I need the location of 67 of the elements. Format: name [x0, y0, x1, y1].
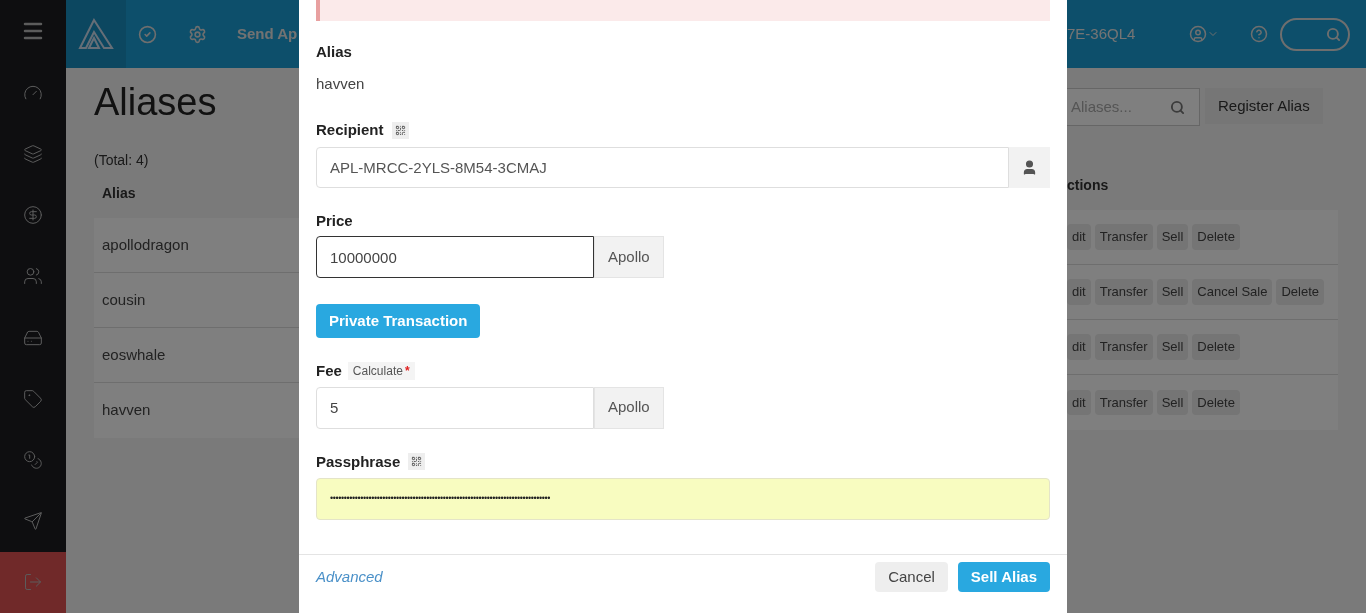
- input-field[interactable]: 5: [316, 386, 594, 429]
- table-cell-text: cousin: [102, 289, 146, 310]
- action-button[interactable]: Delete: [1192, 389, 1240, 416]
- field-label: Alias: [316, 42, 353, 62]
- search-icon: [1170, 99, 1185, 115]
- table-cell-text: apollodragon: [102, 234, 189, 255]
- users-icon: [23, 266, 43, 287]
- tag-icon: [23, 388, 43, 409]
- user-icon: [1189, 25, 1208, 43]
- help-icon[interactable]: [1250, 25, 1269, 43]
- calculate-button[interactable]: Calculate *: [347, 362, 415, 381]
- advanced-link[interactable]: Advanced: [316, 565, 383, 589]
- action-button[interactable]: dit: [1067, 389, 1091, 416]
- check-icon[interactable]: [138, 24, 157, 44]
- action-button[interactable]: Transfer: [1094, 389, 1153, 416]
- coins-icon: [23, 450, 43, 470]
- stack-icon: [23, 143, 43, 164]
- column-header: Alias: [102, 184, 137, 203]
- action-button[interactable]: Transfer: [1094, 224, 1153, 250]
- unit-addon: Apollo: [594, 236, 664, 278]
- action-button[interactable]: dit: [1067, 279, 1091, 305]
- input-field[interactable]: 10000000: [316, 236, 594, 278]
- column-header: ctions: [1067, 176, 1110, 195]
- action-button[interactable]: dit: [1067, 334, 1091, 360]
- table-cell-text: eoswhale: [102, 344, 166, 365]
- search-icon: [1326, 26, 1342, 42]
- private-transaction-button[interactable]: Private Transaction: [316, 304, 481, 338]
- action-button[interactable]: Transfer: [1094, 334, 1153, 360]
- qr-code-icon[interactable]: [408, 453, 426, 471]
- action-button[interactable]: Transfer: [1094, 279, 1153, 305]
- send-link[interactable]: Send Ap: [237, 22, 298, 46]
- recipient-field[interactable]: APL-MRCC-2YLS-8M54-3CMAJ: [316, 146, 1009, 188]
- qr-code-icon[interactable]: [391, 121, 409, 139]
- action-button[interactable]: Sell: [1156, 334, 1189, 360]
- settings-icon[interactable]: [188, 24, 207, 44]
- action-button[interactable]: dit: [1067, 224, 1091, 250]
- action-button[interactable]: Cancel Sale: [1192, 279, 1273, 305]
- passphrase-field[interactable]: ••••••••••••••••••••••••••••••••••••••••••••••••••••••••••••••••••••••••••••••••: [316, 478, 1050, 520]
- required-mark: *: [404, 363, 410, 381]
- field-label: Recipient: [316, 120, 384, 140]
- alias-value: havven: [316, 73, 366, 94]
- field-label: Fee: [316, 361, 342, 381]
- coin-icon: [23, 205, 43, 226]
- unit-addon: Apollo: [594, 386, 664, 429]
- logout-icon: [23, 572, 43, 593]
- send-icon: [23, 511, 43, 532]
- cancel-button[interactable]: Cancel: [875, 562, 948, 592]
- action-button[interactable]: Sell: [1156, 279, 1189, 305]
- register-alias-button[interactable]: Register Alias: [1205, 88, 1323, 124]
- table-cell-text: havven: [102, 400, 151, 421]
- action-button[interactable]: Delete: [1276, 279, 1325, 305]
- page-title: Aliases: [94, 82, 218, 122]
- total-count: (Total: 4): [94, 151, 150, 170]
- header-search[interactable]: [1280, 17, 1351, 51]
- action-button[interactable]: Delete: [1192, 334, 1240, 360]
- account-id[interactable]: 7E-36QL4: [1067, 22, 1136, 46]
- user-icon: [1021, 158, 1038, 176]
- contact-button[interactable]: [1009, 146, 1050, 188]
- account-menu[interactable]: [1189, 25, 1220, 43]
- sell-alias-button[interactable]: Sell Alias: [957, 562, 1050, 592]
- field-label: Price: [316, 210, 354, 231]
- action-button[interactable]: Sell: [1156, 389, 1189, 416]
- action-button[interactable]: Delete: [1192, 224, 1240, 250]
- field-label: Passphrase: [316, 451, 401, 472]
- action-button[interactable]: Sell: [1156, 224, 1189, 250]
- logo-icon: [78, 18, 114, 50]
- passphrase-value: ••••••••••••••••••••••••••••••••••••••••••••••••••••••••••••••••••••••••••••••••: [330, 492, 551, 506]
